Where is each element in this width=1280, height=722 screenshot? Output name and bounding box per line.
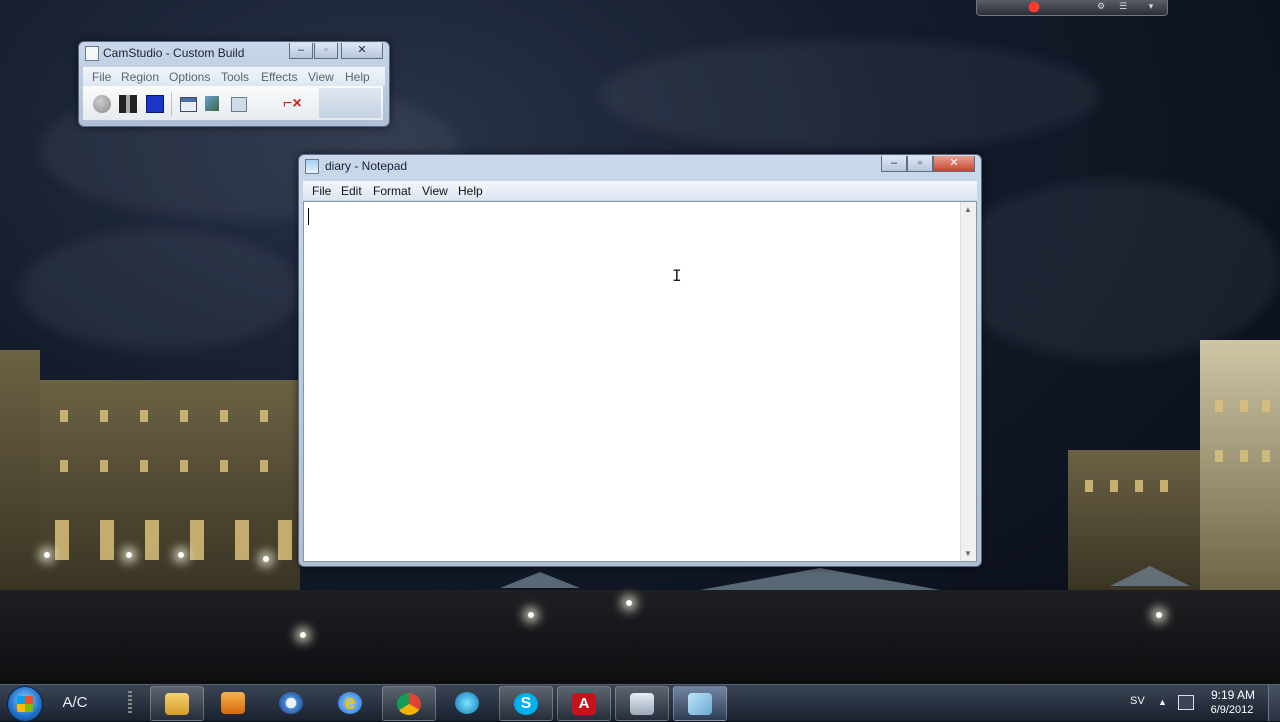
notepad-titlebar[interactable]: diary - Notepad – ▫ ✕ <box>299 155 981 177</box>
taskbar-adobe[interactable]: A <box>557 686 611 721</box>
palace-left-tower <box>0 350 40 590</box>
close-button[interactable]: ✕ <box>933 156 975 172</box>
glass-pyramid <box>700 568 940 590</box>
gadget-panel[interactable]: ⚙ ☰ ▾ <box>976 0 1168 16</box>
film-reel-icon <box>455 692 479 714</box>
clock-time[interactable]: 9:19 AM <box>1210 688 1256 702</box>
courtyard <box>0 590 1280 684</box>
vertical-scrollbar[interactable]: ▲ ▼ <box>960 202 976 561</box>
scroll-down-icon[interactable]: ▼ <box>964 549 972 558</box>
video-window-icon <box>630 693 654 715</box>
pause-button[interactable] <box>119 95 137 113</box>
chrome-icon <box>397 693 421 715</box>
cloud <box>950 180 1280 360</box>
windows-logo-icon <box>17 696 33 712</box>
menu-view[interactable]: View <box>422 184 448 198</box>
small-pyramid <box>500 572 580 588</box>
toolbar-grip[interactable] <box>128 691 132 715</box>
ground-light <box>1156 612 1162 618</box>
menu-format[interactable]: Format <box>373 184 411 198</box>
notepad-app-icon <box>305 159 319 174</box>
maximize-button[interactable]: ▫ <box>907 156 933 172</box>
scroll-up-icon[interactable]: ▲ <box>964 205 972 214</box>
street-lamp <box>263 556 269 562</box>
cloud <box>20 230 300 350</box>
menu-help[interactable]: Help <box>458 184 483 198</box>
speech-bubble-icon <box>279 692 303 714</box>
menu-edit[interactable]: Edit <box>341 184 362 198</box>
minimize-button[interactable]: – <box>881 156 907 172</box>
taskbar-notepad[interactable] <box>673 686 727 721</box>
mouse-ibeam-cursor: I <box>672 266 682 285</box>
adobe-icon: A <box>572 693 596 715</box>
menu-options[interactable]: Options <box>169 70 210 84</box>
notepad-window[interactable]: diary - Notepad – ▫ ✕ File Edit Format V… <box>298 154 982 567</box>
camstudio-toolbar: ⌐× <box>83 86 383 120</box>
street-lamp <box>126 552 132 558</box>
status-area <box>319 88 381 118</box>
small-pyramid <box>1110 566 1190 586</box>
minimize-button[interactable]: – <box>289 43 313 59</box>
video-options-icon[interactable] <box>205 96 219 111</box>
menu-file[interactable]: File <box>92 70 111 84</box>
dropdown-icon[interactable]: ▾ <box>1141 1 1161 13</box>
text-caret <box>308 208 309 225</box>
menu-tools[interactable]: Tools <box>221 70 249 84</box>
language-indicator[interactable]: SV <box>1130 695 1145 707</box>
taskbar-chrome[interactable] <box>382 686 436 721</box>
list-icon[interactable]: ☰ <box>1113 1 1133 13</box>
cloud <box>600 40 1100 150</box>
palace-right-pavilion <box>1200 340 1280 590</box>
taskbar-speech-app[interactable] <box>265 686 317 719</box>
menu-help[interactable]: Help <box>345 70 370 84</box>
annotation-icon[interactable]: ⌐× <box>283 95 302 113</box>
folder-icon <box>165 693 189 715</box>
street-lamp <box>178 552 184 558</box>
action-center-icon[interactable] <box>1178 695 1194 710</box>
start-button[interactable] <box>7 686 43 722</box>
taskbar-file-explorer[interactable] <box>150 686 204 721</box>
camstudio-app-icon <box>85 46 99 61</box>
taskbar-media-center[interactable] <box>441 686 493 719</box>
clock-date[interactable]: 6/9/2012 <box>1206 704 1258 716</box>
camstudio-menubar: File Region Options Tools Effects View H… <box>83 67 385 86</box>
camstudio-titlebar[interactable]: CamStudio - Custom Build – ▫ ✕ <box>79 42 389 64</box>
menu-file[interactable]: File <box>312 184 331 198</box>
taskbar-skype[interactable]: S <box>499 686 553 721</box>
show-desktop-button[interactable] <box>1268 685 1280 721</box>
taskbar: A/C e S A SV ▲ <box>0 684 1280 722</box>
notepad-icon <box>688 693 712 715</box>
skype-icon: S <box>514 693 538 715</box>
record-button[interactable] <box>93 95 111 113</box>
taskbar-internet-explorer[interactable]: e <box>324 686 376 719</box>
close-button[interactable]: ✕ <box>341 43 383 59</box>
internet-explorer-icon: e <box>338 692 362 714</box>
maximize-button[interactable]: ▫ <box>314 43 338 59</box>
menu-region[interactable]: Region <box>121 70 159 84</box>
menu-view[interactable]: View <box>308 70 334 84</box>
ground-light <box>528 612 534 618</box>
stop-button[interactable] <box>146 95 164 113</box>
street-lamp <box>44 552 50 558</box>
record-indicator-icon[interactable] <box>1021 1 1047 13</box>
media-player-icon <box>221 692 245 714</box>
notepad-menubar: File Edit Format View Help <box>303 181 977 200</box>
camstudio-window[interactable]: CamStudio - Custom Build – ▫ ✕ File Regi… <box>78 41 390 127</box>
swf-icon[interactable] <box>231 97 247 112</box>
show-hidden-icons-icon[interactable]: ▲ <box>1158 697 1167 707</box>
taskbar-media-player[interactable] <box>207 686 259 719</box>
region-icon[interactable] <box>180 97 197 112</box>
menu-effects[interactable]: Effects <box>261 70 297 84</box>
gear-icon[interactable]: ⚙ <box>1091 1 1111 13</box>
ground-light <box>626 600 632 606</box>
taskbar-video-app[interactable] <box>615 686 669 721</box>
notepad-title: diary - Notepad <box>325 159 408 173</box>
text-editor[interactable]: I ▲ ▼ <box>303 201 977 562</box>
ground-light <box>300 632 306 638</box>
ac-toolbar-button[interactable]: A/C <box>52 689 98 717</box>
camstudio-title: CamStudio - Custom Build <box>103 46 245 60</box>
